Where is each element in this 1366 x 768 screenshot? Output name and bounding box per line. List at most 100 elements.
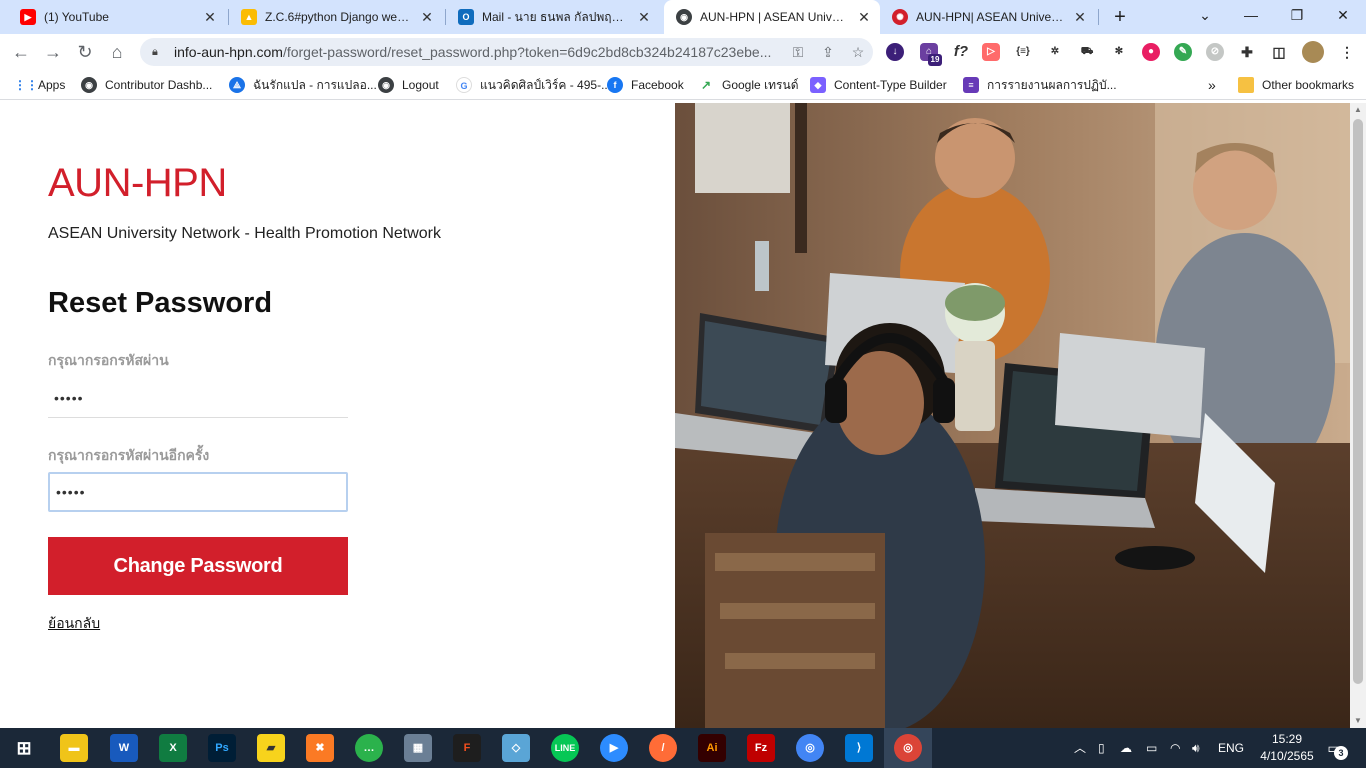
line-icon[interactable]: LINE (551, 734, 579, 762)
bookmarks-more-button[interactable]: » (1208, 76, 1216, 94)
language-indicator[interactable]: ENG (1218, 728, 1244, 768)
change-password-button[interactable]: Change Password (48, 537, 348, 595)
bookmark-apps[interactable]: ⋮⋮ Apps (14, 76, 65, 94)
bookmark-translate[interactable]: ⟁ ฉันรักแปล - การแปลอ... (229, 76, 377, 94)
side-panel-icon[interactable]: ◫ (1270, 43, 1288, 61)
sticky-notes-icon[interactable]: ▰ (257, 734, 285, 762)
lock-icon[interactable]: 🔒︎ (152, 46, 166, 59)
zoom-icon[interactable]: ▶ (600, 734, 628, 762)
video-extension-icon[interactable]: ▷ (982, 43, 1000, 61)
new-tab-button[interactable]: + (1108, 5, 1132, 29)
address-bar[interactable]: 🔒︎ info-aun-hpn.com/forget-password/rese… (140, 38, 873, 66)
key-icon[interactable]: ⚿ (783, 44, 813, 61)
bookmarks-bar: ⋮⋮ Apps ◉ Contributor Dashb... ⟁ ฉันรักแ… (0, 70, 1366, 100)
chat-icon[interactable]: … (355, 734, 383, 762)
minimize-button[interactable]: — (1228, 0, 1274, 30)
onedrive-icon[interactable]: ☁ (1120, 728, 1132, 768)
pen-extension-icon[interactable]: ✎ (1174, 43, 1192, 61)
close-icon[interactable]: ✕ (856, 9, 872, 25)
volume-icon[interactable]: 🔊︎ (1192, 728, 1200, 768)
tab-mail[interactable]: O Mail - นาย ธนพล กัลปพฤกษ์ - C ✕ (446, 0, 660, 34)
bookmark-google-trends[interactable]: ↗ Google เทรนด์ (698, 76, 799, 94)
beetle-extension-icon[interactable]: ✻ (1110, 43, 1128, 61)
bookmark-label: แนวคิดศิลป์เวิร์ค - 495-... (480, 77, 612, 92)
scroll-thumb[interactable] (1353, 119, 1363, 684)
scroll-up-icon[interactable]: ▲ (1350, 103, 1366, 117)
calculator-icon[interactable]: ▦ (404, 734, 432, 762)
figma-icon[interactable]: F (453, 734, 481, 762)
outlook-icon: O (458, 9, 474, 25)
back-button[interactable]: ← (8, 39, 34, 65)
star-icon[interactable]: ☆ (843, 44, 873, 61)
tray-overflow-icon[interactable]: ︿ (1074, 728, 1086, 768)
home-button[interactable]: ⌂ (104, 39, 130, 65)
battery-icon[interactable]: ▭ (1146, 728, 1157, 768)
notepad-icon[interactable]: ◇ (502, 734, 530, 762)
illustrator-icon[interactable]: Ai (698, 734, 726, 762)
download-extension-icon[interactable]: ↓ (886, 43, 904, 61)
page-scrollbar[interactable]: ▲ ▼ (1350, 103, 1366, 728)
close-icon[interactable]: ✕ (1072, 9, 1088, 25)
back-link[interactable]: ย้อนกลับ (48, 613, 100, 635)
menu-icon[interactable]: ⋮ (1338, 43, 1356, 61)
bookmark-art-work[interactable]: G แนวคิดศิลป์เวิร์ค - 495-... (456, 76, 611, 94)
wifi-icon[interactable]: ◠ (1170, 728, 1180, 768)
word-icon[interactable]: W (110, 734, 138, 762)
formula-extension-icon[interactable]: f? (952, 43, 970, 61)
close-icon[interactable]: ✕ (419, 9, 435, 25)
file-explorer-icon[interactable]: ▬ (60, 734, 88, 762)
bookmark-report[interactable]: ≡ การรายงานผลการปฏิบั... (963, 76, 1117, 94)
reload-button[interactable]: ↻ (72, 39, 98, 65)
restore-button[interactable]: ❐ (1274, 0, 1320, 30)
tab-separator (1098, 9, 1099, 25)
json-extension-icon[interactable]: {≡} (1014, 43, 1032, 61)
bookmark-content-type-builder[interactable]: ◆ Content-Type Builder (810, 76, 947, 94)
car-extension-icon[interactable]: ⛟ (1078, 43, 1096, 61)
bookmark-facebook[interactable]: f Facebook (607, 76, 684, 94)
tab-aun-hpn[interactable]: ✺ AUN-HPN| ASEAN University ✕ (880, 0, 1096, 34)
aun-hpn-icon: ✺ (892, 9, 908, 25)
chrome-icon[interactable]: ◎ (796, 734, 824, 762)
password-field[interactable] (48, 378, 348, 418)
profile-avatar[interactable] (1302, 41, 1324, 63)
bookmark-label: การรายงานผลการปฏิบั... (987, 77, 1117, 92)
tab-search-icon[interactable]: ⌄ (1182, 0, 1228, 30)
confirm-password-field[interactable] (48, 472, 348, 512)
chrome-profile-icon[interactable]: ◎ (894, 734, 922, 762)
bookmark-label: Content-Type Builder (834, 78, 947, 92)
close-icon[interactable]: ✕ (202, 9, 218, 25)
excel-icon[interactable]: X (159, 734, 187, 762)
bug-extension-icon[interactable]: ✲ (1046, 43, 1064, 61)
filezilla-icon[interactable]: Fz (747, 734, 775, 762)
close-icon[interactable]: ✕ (636, 9, 652, 25)
system-clock[interactable]: 15:29 4/10/2565 (1252, 731, 1322, 765)
photoshop-icon[interactable]: Ps (208, 734, 236, 762)
url-path: /forget-password/reset_password.php?toke… (282, 44, 772, 60)
tab-youtube[interactable]: ▶ (1) YouTube ✕ (8, 0, 226, 34)
tab-title: Mail - นาย ธนพล กัลปพฤกษ์ - C (482, 9, 630, 24)
share-icon[interactable]: ⇪ (813, 44, 843, 61)
close-window-button[interactable]: ✕ (1320, 0, 1366, 30)
password-field-underline (48, 417, 348, 418)
tab-drive[interactable]: ▲ Z.C.6#python Django website ✕ (229, 0, 443, 34)
postman-icon[interactable]: / (649, 734, 677, 762)
clock-time: 15:29 (1271, 732, 1303, 746)
bookmark-contributor-dashboard[interactable]: ◉ Contributor Dashb... (81, 76, 212, 94)
tab-aun-hpn-active[interactable]: ◉ AUN-HPN | ASEAN University ✕ (664, 0, 880, 34)
compass-extension-icon[interactable]: ⊘ (1206, 43, 1224, 61)
bookmark-label: Contributor Dashb... (105, 78, 213, 92)
color-picker-extension-icon[interactable]: ● (1142, 43, 1160, 61)
brand-title: AUN-HPN (48, 161, 227, 205)
other-bookmarks-folder[interactable]: Other bookmarks (1238, 76, 1354, 94)
xampp-icon[interactable]: ✖ (306, 734, 334, 762)
bookmark-logout[interactable]: ◉ Logout (378, 76, 439, 94)
tray-device-icon[interactable]: ▯ (1098, 728, 1105, 768)
browser-toolbar: ← → ↻ ⌂ 🔒︎ info-aun-hpn.com/forget-passw… (0, 34, 1366, 70)
forward-button[interactable]: → (40, 39, 66, 65)
url-text[interactable]: info-aun-hpn.com/forget-password/reset_p… (174, 44, 783, 60)
vscode-icon[interactable]: ⟩ (845, 734, 873, 762)
extensions-puzzle-icon[interactable]: ✚ (1238, 43, 1256, 61)
form-icon: ≡ (963, 77, 979, 93)
scroll-down-icon[interactable]: ▼ (1350, 714, 1366, 728)
windows-start-icon[interactable]: ⊞ (10, 734, 38, 762)
